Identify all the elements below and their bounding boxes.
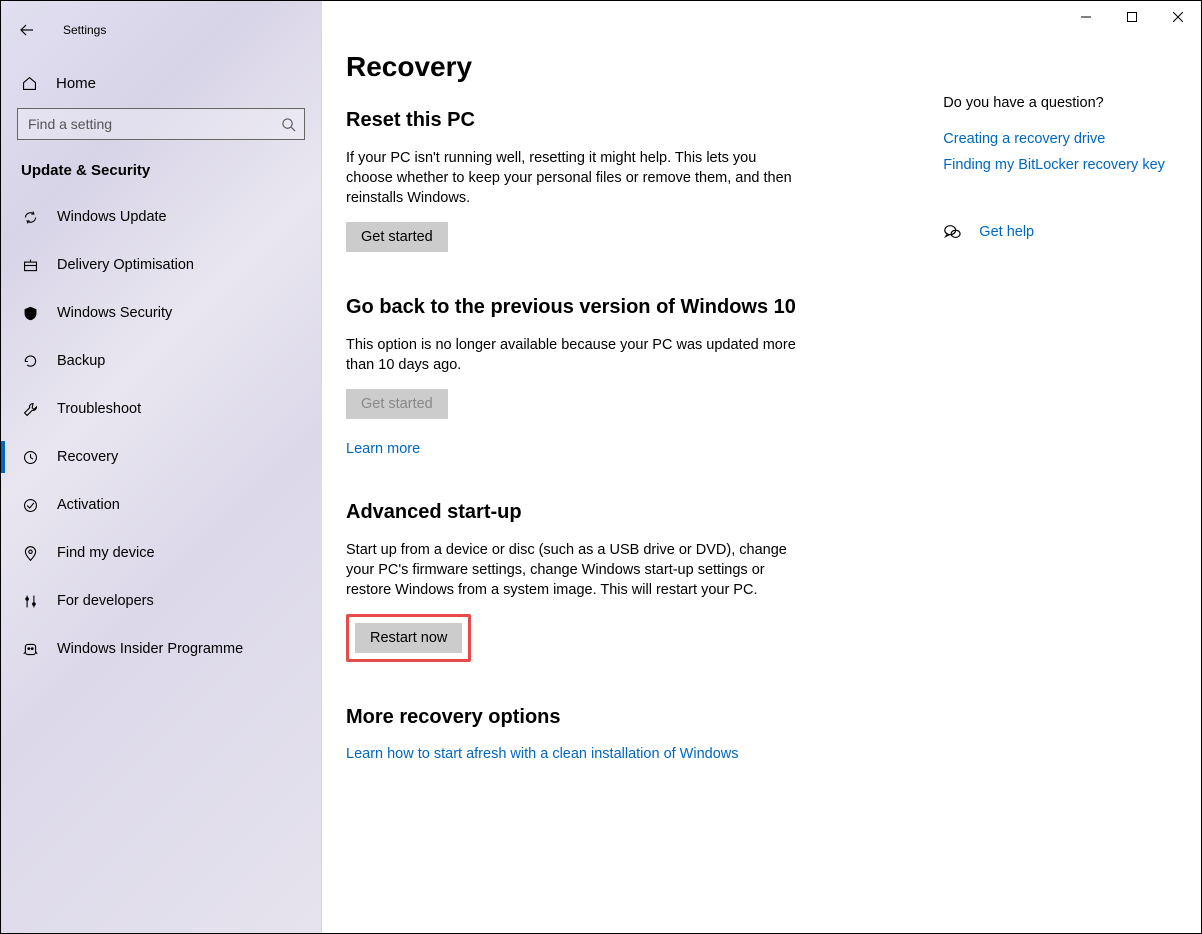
advanced-body: Start up from a device or disc (such as … (346, 540, 796, 600)
reset-get-started-button[interactable]: Get started (346, 222, 448, 252)
section-more-recovery: More recovery options Learn how to start… (346, 706, 863, 762)
nav-label: Find my device (57, 545, 155, 561)
main-content: Recovery Reset this PC If your PC isn't … (322, 1, 1201, 933)
minimize-button[interactable] (1063, 1, 1109, 33)
category-header: Update & Security (1, 140, 321, 193)
nav-label: Windows Security (57, 305, 172, 321)
delivery-icon (21, 257, 39, 274)
sidebar: Settings Home Update & Security (1, 1, 322, 933)
search-icon (281, 117, 296, 132)
advanced-title: Advanced start-up (346, 501, 863, 524)
nav-backup[interactable]: Backup (1, 337, 321, 385)
nav-label: Activation (57, 497, 120, 513)
chat-icon (943, 223, 961, 241)
right-column: Do you have a question? Creating a recov… (943, 51, 1165, 913)
section-go-back: Go back to the previous version of Windo… (346, 296, 863, 457)
nav-label: Delivery Optimisation (57, 257, 194, 273)
home-icon (21, 75, 38, 92)
nav-find-my-device[interactable]: Find my device (1, 529, 321, 577)
clean-install-link[interactable]: Learn how to start afresh with a clean i… (346, 746, 739, 762)
maximize-button[interactable] (1109, 1, 1155, 33)
goback-learn-more-link[interactable]: Learn more (346, 441, 420, 457)
check-circle-icon (21, 497, 39, 514)
nav-label: Troubleshoot (57, 401, 141, 417)
reset-title: Reset this PC (346, 109, 863, 132)
more-title: More recovery options (346, 706, 863, 729)
help-link-recovery-drive[interactable]: Creating a recovery drive (943, 131, 1165, 147)
help-link-bitlocker[interactable]: Finding my BitLocker recovery key (943, 157, 1165, 173)
close-button[interactable] (1155, 1, 1201, 33)
goback-body: This option is no longer available becau… (346, 335, 796, 375)
nav-troubleshoot[interactable]: Troubleshoot (1, 385, 321, 433)
home-label: Home (56, 75, 96, 92)
window-controls (1063, 1, 1201, 33)
search-input[interactable] (28, 116, 281, 132)
nav-label: Recovery (57, 449, 118, 465)
app-title: Settings (63, 23, 106, 37)
restart-now-button[interactable]: Restart now (355, 623, 462, 653)
section-reset-pc: Reset this PC If your PC isn't running w… (346, 109, 863, 252)
nav-windows-update[interactable]: Windows Update (1, 193, 321, 241)
back-button[interactable] (19, 22, 35, 38)
nav-label: Windows Insider Programme (57, 641, 243, 657)
nav-recovery[interactable]: Recovery (1, 433, 321, 481)
sync-icon (21, 209, 39, 226)
nav-for-developers[interactable]: For developers (1, 577, 321, 625)
nav-label: Windows Update (57, 209, 167, 225)
insider-icon (21, 641, 39, 658)
restart-highlight: Restart now (346, 614, 471, 662)
nav-activation[interactable]: Activation (1, 481, 321, 529)
shield-icon (21, 305, 39, 322)
section-advanced-startup: Advanced start-up Start up from a device… (346, 501, 863, 662)
goback-title: Go back to the previous version of Windo… (346, 296, 863, 319)
page-title: Recovery (346, 51, 863, 83)
recovery-icon (21, 449, 39, 466)
search-box[interactable] (17, 108, 305, 140)
question-header: Do you have a question? (943, 95, 1165, 111)
backup-icon (21, 353, 39, 370)
location-icon (21, 545, 39, 562)
nav-label: Backup (57, 353, 105, 369)
home-link[interactable]: Home (1, 65, 321, 102)
reset-body: If your PC isn't running well, resetting… (346, 148, 796, 208)
get-help-link[interactable]: Get help (979, 224, 1034, 240)
tools-icon (21, 593, 39, 610)
nav-label: For developers (57, 593, 154, 609)
nav-delivery-optimisation[interactable]: Delivery Optimisation (1, 241, 321, 289)
nav-windows-insider[interactable]: Windows Insider Programme (1, 625, 321, 673)
nav-windows-security[interactable]: Windows Security (1, 289, 321, 337)
nav-list: Windows Update Delivery Optimisation Win… (1, 193, 321, 673)
wrench-icon (21, 401, 39, 418)
goback-get-started-button: Get started (346, 389, 448, 419)
